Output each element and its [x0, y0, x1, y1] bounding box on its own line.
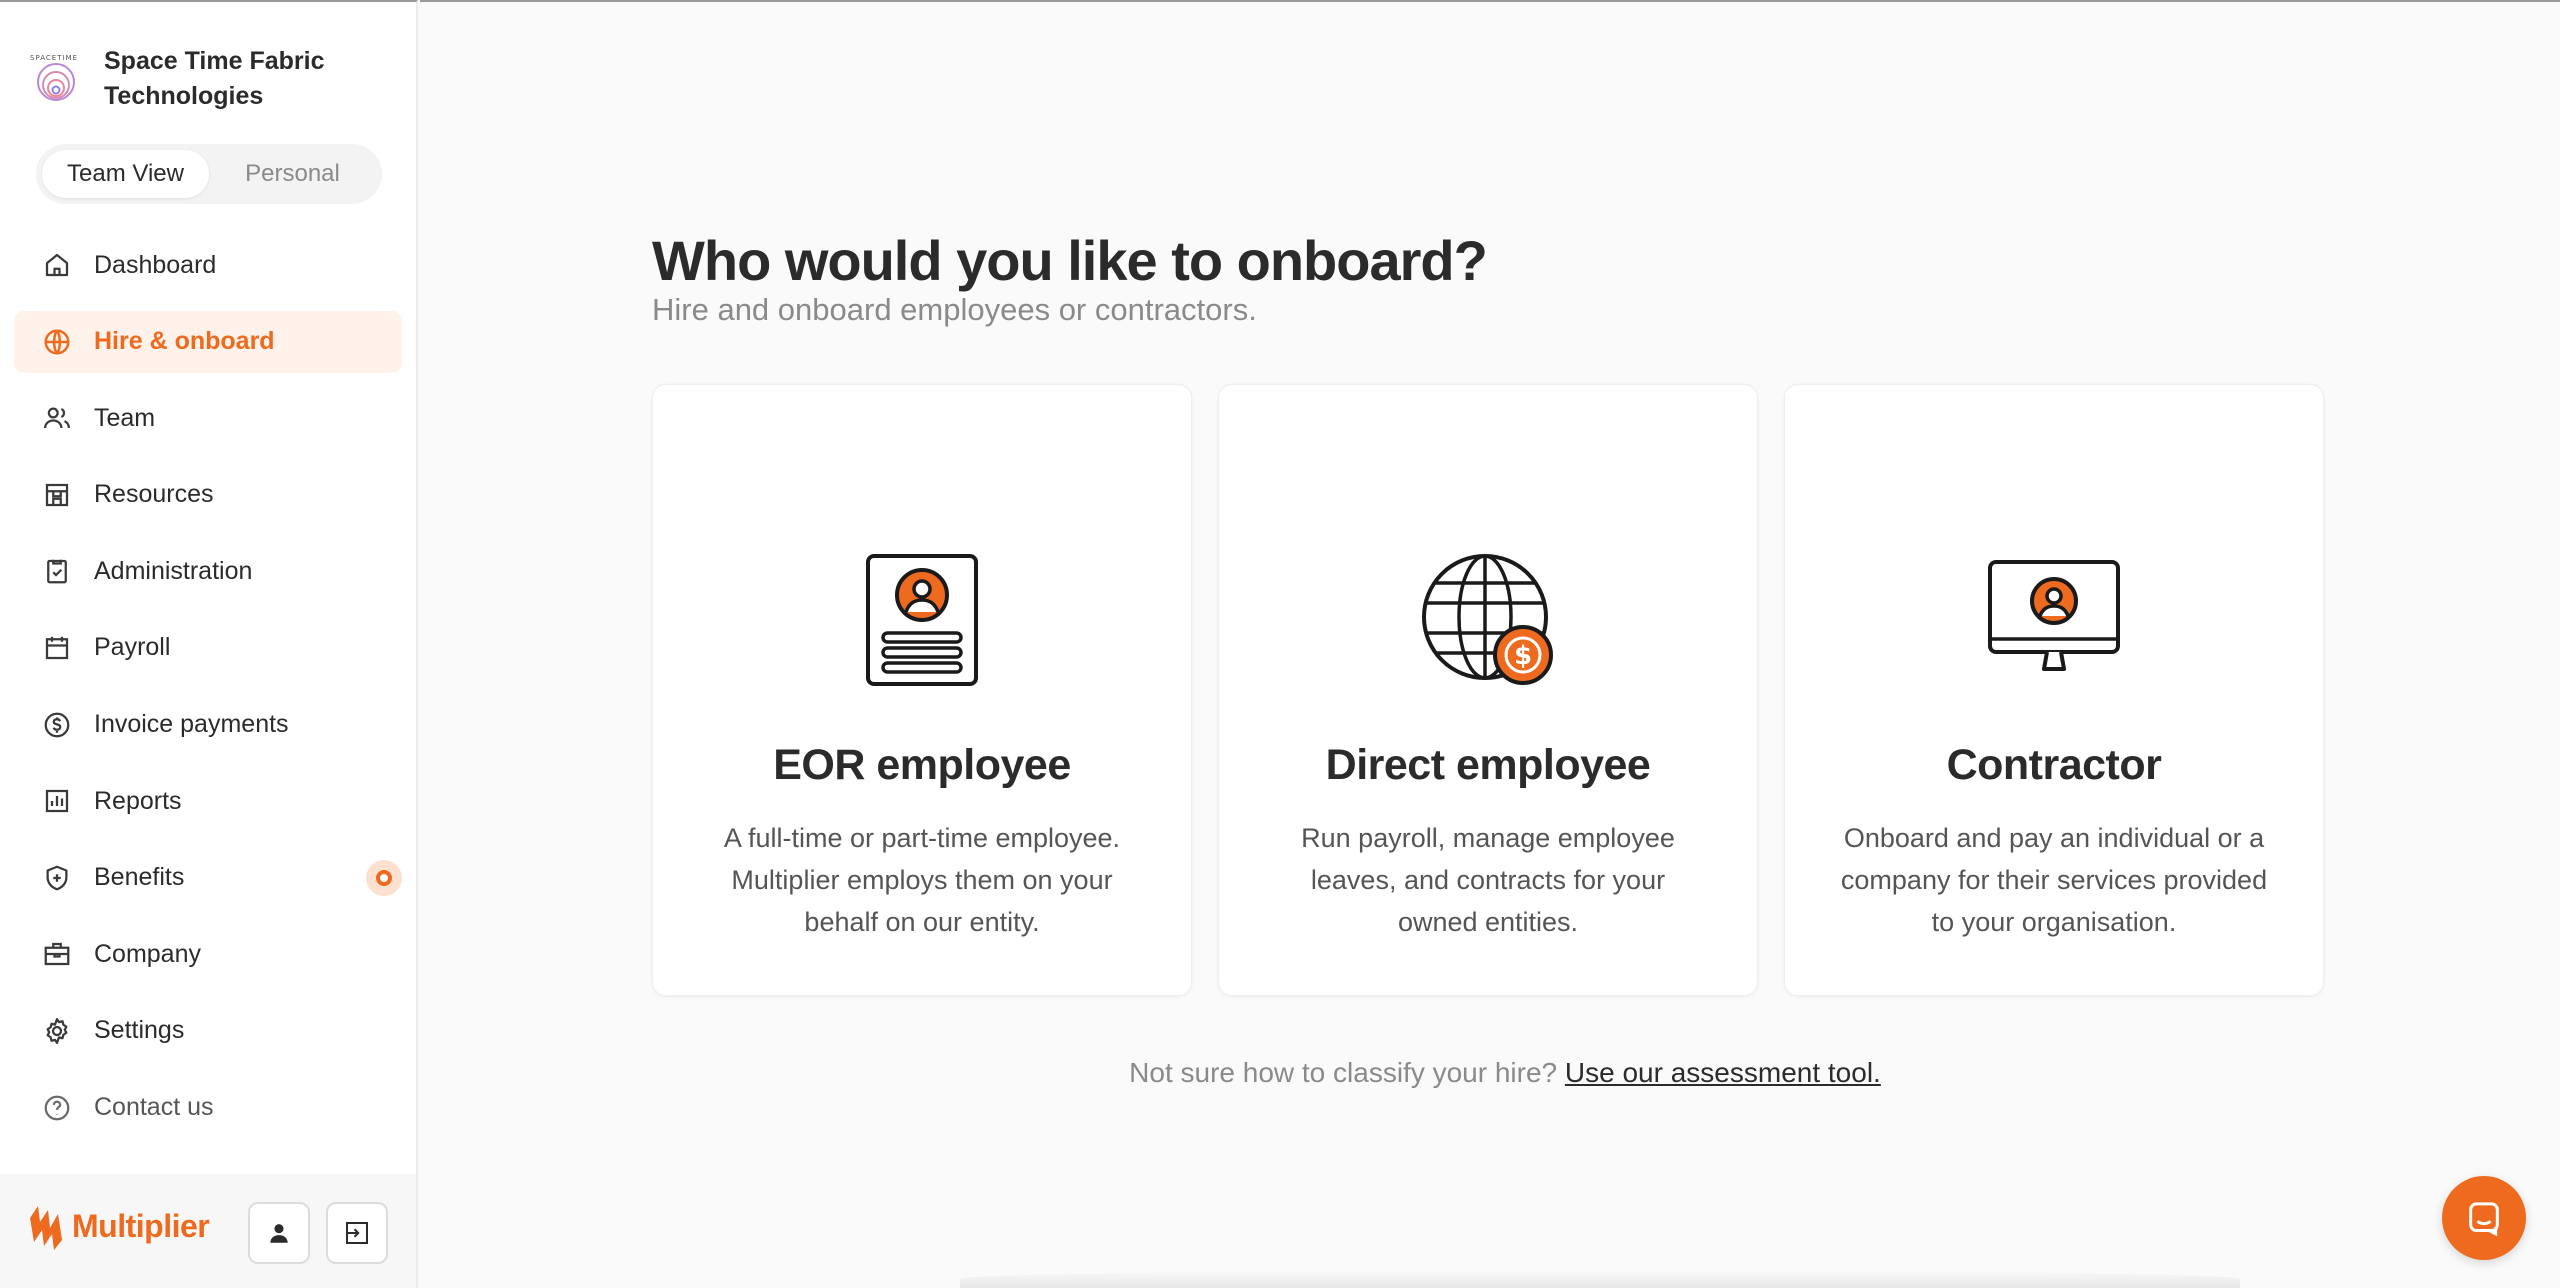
sidebar-item-label: Dashboard — [94, 250, 217, 279]
sidebar-item-company[interactable]: Company — [14, 923, 402, 985]
personal-view-toggle[interactable]: Personal — [209, 150, 376, 198]
globe-icon — [42, 327, 72, 357]
contractor-card[interactable]: Contractor Onboard and pay an individual… — [1784, 384, 2324, 996]
sidebar-item-team[interactable]: Team — [14, 387, 402, 449]
sidebar-item-payroll[interactable]: Payroll — [14, 617, 402, 679]
main-content: Who would you like to onboard? Hire and … — [420, 0, 2560, 1288]
notification-dot-icon — [366, 859, 402, 896]
sidebar-item-label: Team — [94, 403, 156, 432]
view-toggle: Team View Personal — [36, 144, 382, 204]
briefcase-icon — [42, 939, 72, 969]
sidebar-item-label: Contact us — [94, 1093, 214, 1122]
sidebar-item-administration[interactable]: Administration — [14, 540, 402, 602]
card-title: EOR employee — [773, 741, 1071, 789]
sidebar-item-benefits[interactable]: Benefits — [14, 847, 402, 909]
assessment-tool-link[interactable]: Use our assessment tool. — [1565, 1057, 1881, 1088]
monitor-user-icon — [1988, 560, 2120, 671]
sidebar-item-label: Administration — [94, 556, 253, 585]
sidebar-item-invoice-payments[interactable]: Invoice payments — [14, 694, 402, 756]
sidebar-item-label: Benefits — [94, 863, 185, 892]
card-description: Run payroll, manage employee leaves, and… — [1301, 823, 1675, 937]
brand-logo[interactable]: Multiplier — [26, 1200, 210, 1252]
clipboard-check-icon — [42, 556, 72, 586]
org-logo-text: SPACETIME — [30, 54, 78, 62]
sidebar-item-reports[interactable]: Reports — [14, 770, 402, 832]
calendar-icon — [42, 633, 72, 663]
home-icon — [42, 250, 72, 280]
classification-helper: Not sure how to classify your hire? Use … — [420, 1057, 2560, 1089]
org-name: Space Time Fabric Technologies — [104, 47, 325, 110]
page-subtitle: Hire and onboard employees or contractor… — [652, 292, 1257, 327]
store-icon — [42, 480, 72, 510]
spiral-logo-icon — [37, 63, 75, 101]
sidebar: SPACETIME Space Time Fabric Technologies… — [0, 0, 418, 1288]
sidebar-item-label: Reports — [94, 786, 182, 815]
helper-text: Not sure how to classify your hire? — [1129, 1057, 1558, 1088]
svg-text:$: $ — [1514, 641, 1532, 671]
sidebar-item-label: Resources — [94, 480, 214, 509]
card-title: Direct employee — [1325, 741, 1651, 789]
org-header[interactable]: SPACETIME Space Time Fabric Technologies — [28, 42, 344, 114]
sidebar-item-contact-us[interactable]: Contact us — [14, 1077, 402, 1139]
sidebar-nav: Dashboard Hire & onboard Team Resources … — [14, 234, 402, 1153]
gear-icon — [42, 1016, 72, 1046]
direct-employee-card[interactable]: $ Direct employee Run payroll, manage em… — [1218, 384, 1758, 996]
multiplier-logo-icon — [30, 1206, 62, 1250]
card-description: Onboard and pay an individual or a compa… — [1840, 823, 2268, 937]
question-circle-icon — [42, 1093, 72, 1123]
globe-dollar-icon: $ — [1422, 554, 1553, 685]
sidebar-item-label: Payroll — [94, 633, 171, 662]
sidebar-item-label: Hire & onboard — [94, 327, 275, 356]
chat-launcher-button[interactable] — [2442, 1176, 2526, 1260]
card-title: Contractor — [1946, 741, 2162, 789]
sidebar-item-dashboard[interactable]: Dashboard — [14, 234, 402, 296]
bottom-shadow — [960, 1270, 2240, 1288]
logout-button[interactable] — [326, 1202, 388, 1264]
shield-plus-icon — [42, 863, 72, 893]
sidebar-item-label: Settings — [94, 1016, 185, 1045]
sidebar-footer: Multiplier — [0, 1174, 416, 1288]
dollar-circle-icon — [42, 710, 72, 740]
sidebar-item-label: Company — [94, 939, 201, 968]
sidebar-item-label: Invoice payments — [94, 710, 289, 739]
org-logo: SPACETIME — [28, 42, 84, 102]
page-title: Who would you like to onboard? — [652, 229, 1488, 292]
sidebar-item-hire-onboard[interactable]: Hire & onboard — [14, 310, 402, 373]
profile-button[interactable] — [248, 1202, 310, 1264]
card-description: A full-time or part-time employee. Multi… — [723, 823, 1121, 937]
eor-employee-card[interactable]: EOR employee A full-time or part-time em… — [652, 384, 1192, 996]
sidebar-item-resources[interactable]: Resources — [14, 464, 402, 526]
id-card-icon — [866, 554, 978, 686]
team-view-toggle[interactable]: Team View — [42, 150, 209, 198]
brand-name: Multiplier — [72, 1207, 210, 1244]
chat-icon — [2469, 1202, 2499, 1237]
user-icon — [270, 1224, 288, 1243]
users-icon — [42, 403, 72, 433]
bar-chart-icon — [42, 786, 72, 816]
sign-in-icon — [346, 1222, 368, 1244]
sidebar-item-settings[interactable]: Settings — [14, 1000, 402, 1062]
